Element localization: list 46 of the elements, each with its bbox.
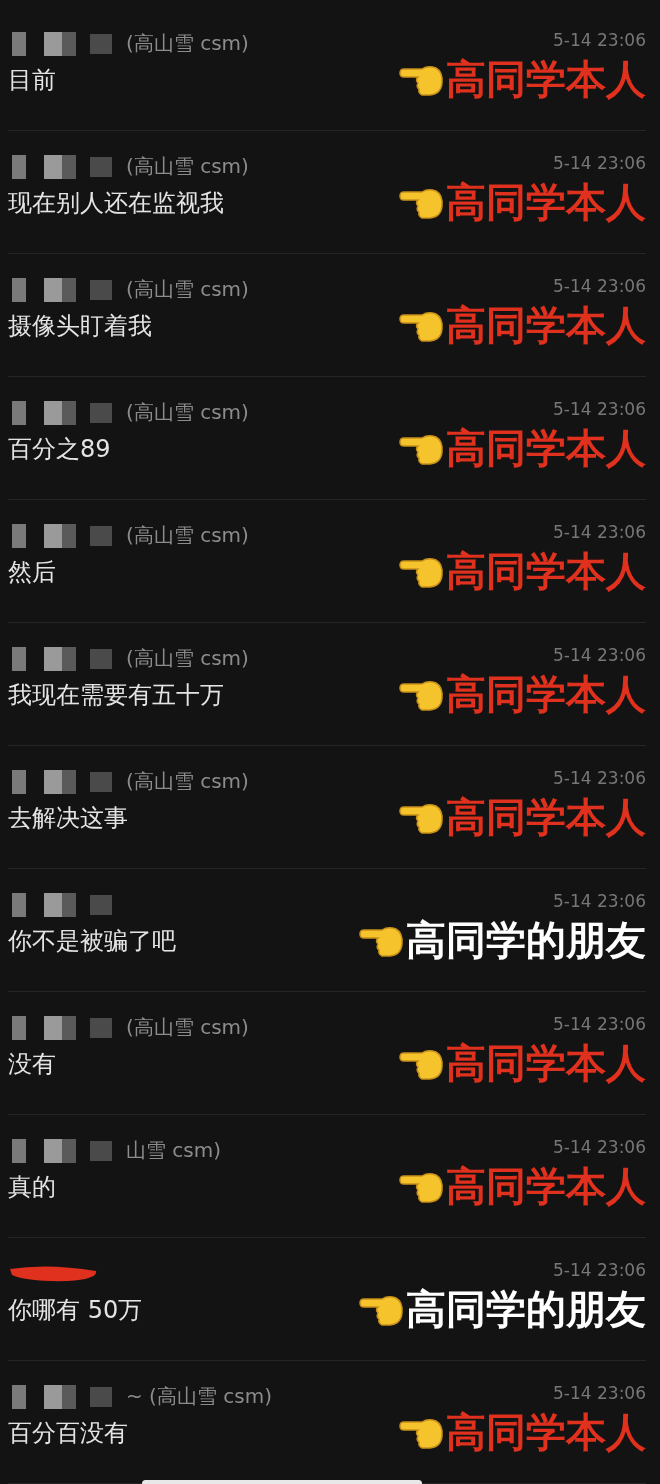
- annotation-label: 高同学本人: [446, 423, 646, 473]
- message-time: 5-14 23:06: [553, 1137, 646, 1157]
- annotation-label: 高同学本人: [446, 546, 646, 596]
- message-time: 5-14 23:06: [553, 645, 646, 665]
- sender-name: (高山雪 csm): [126, 644, 249, 672]
- message-time: 5-14 23:06: [553, 768, 646, 788]
- annotation-label: 高同学的朋友: [406, 1284, 646, 1334]
- message-text: 我现在需要有五十万: [8, 680, 225, 711]
- sender-name: (高山雪 csm): [126, 29, 249, 57]
- message-time: 5-14 23:06: [553, 153, 646, 173]
- annotation-label: 高同学本人: [446, 1038, 646, 1088]
- message-text: 没有: [8, 1049, 57, 1080]
- message-text: 现在别人还在监视我: [8, 188, 225, 219]
- message-text: 目前: [8, 65, 57, 96]
- annotation-label: 高同学本人: [446, 300, 646, 350]
- sender-name: (高山雪 csm): [126, 1013, 249, 1041]
- annotation-label: 高同学本人: [446, 669, 646, 719]
- annotation-label: 高同学本人: [446, 177, 646, 227]
- annotation-label: 高同学本人: [446, 1407, 646, 1457]
- sender-name: (高山雪 csm): [126, 398, 249, 426]
- sender-name: (高山雪 csm): [126, 275, 249, 303]
- annotation-label: 高同学本人: [446, 1161, 646, 1211]
- sender-name: ~ (高山雪 csm): [126, 1382, 272, 1410]
- message-text: 你不是被骗了吧: [8, 926, 176, 957]
- message-time: 5-14 23:06: [553, 399, 646, 419]
- message-text: 你哪有 50万: [8, 1295, 143, 1326]
- message-text: 然后: [8, 557, 57, 588]
- sender-name: (高山雪 csm): [126, 521, 249, 549]
- message-text: 真的: [8, 1172, 57, 1203]
- message-text: 百分之89: [8, 434, 112, 465]
- message-time: 5-14 23:06: [553, 276, 646, 296]
- annotation-label: 高同学的朋友: [406, 915, 646, 965]
- message-time: 5-14 23:06: [553, 1383, 646, 1403]
- sender-name: 山雪 csm): [126, 1136, 222, 1164]
- message-text: 百分百没有: [8, 1418, 129, 1449]
- annotation-label: 高同学本人: [446, 792, 646, 842]
- annotation-label: 高同学本人: [446, 54, 646, 104]
- sender-name: (高山雪 csm): [126, 767, 249, 795]
- message-time: 5-14 23:06: [553, 522, 646, 542]
- message-time: 5-14 23:06: [553, 891, 646, 911]
- message-text: 摄像头盯着我: [8, 311, 153, 342]
- message-time: 5-14 23:06: [553, 1014, 646, 1034]
- message-text: 去解决这事: [8, 803, 129, 834]
- message-time: 5-14 23:06: [553, 30, 646, 50]
- message-time: 5-14 23:06: [553, 1260, 646, 1280]
- sender-name: (高山雪 csm): [126, 152, 249, 180]
